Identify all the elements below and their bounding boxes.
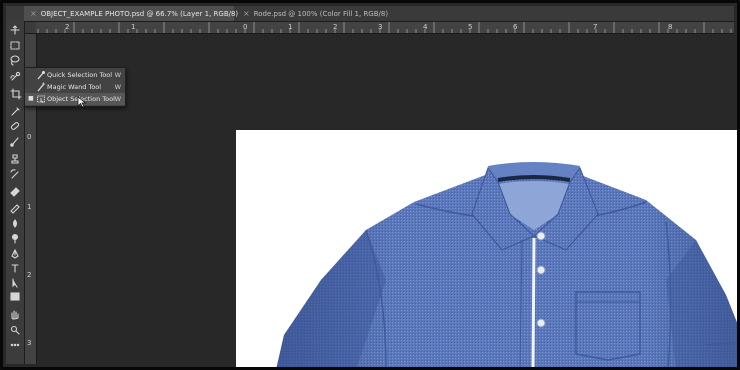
- healing-icon[interactable]: [10, 122, 20, 130]
- menu-item-label: Magic Wand Tool: [47, 83, 102, 91]
- path-selection-icon[interactable]: [12, 278, 18, 288]
- selection-tools-flyout: Quick Selection Tool W Magic Wand Tool W…: [24, 67, 126, 107]
- menu-item-shortcut: W: [114, 95, 121, 103]
- close-icon[interactable]: ×: [30, 9, 37, 18]
- type-icon[interactable]: [11, 264, 19, 273]
- menu-item-shortcut: W: [114, 83, 121, 91]
- ruler-origin[interactable]: [25, 22, 36, 33]
- stamp-icon[interactable]: [11, 154, 19, 164]
- tab-label: OBJECT_EXAMPLE PHOTO.psd @ 66.7% (Layer …: [40, 10, 239, 18]
- quick-selection-icon[interactable]: [10, 71, 21, 81]
- move-icon[interactable]: [10, 25, 20, 35]
- menu-item-magic-wand[interactable]: Magic Wand Tool W: [25, 81, 125, 93]
- close-icon[interactable]: ×: [243, 9, 250, 18]
- ruler-label: 1: [27, 203, 32, 211]
- magic-wand-icon: [37, 82, 45, 92]
- more-icon[interactable]: [10, 343, 20, 347]
- tools-panel: [6, 21, 25, 364]
- mouse-cursor-icon: [77, 96, 87, 108]
- rectangle-icon[interactable]: [10, 292, 20, 301]
- menu-item-quick-selection[interactable]: Quick Selection Tool W: [25, 69, 125, 81]
- eraser-icon[interactable]: [10, 187, 20, 197]
- object-selection-icon: [37, 95, 45, 104]
- active-tool-marker: ■: [28, 95, 34, 102]
- zoom-icon[interactable]: [10, 325, 20, 335]
- tab-label: Rode.psd @ 100% (Color Fill 1, RGB/8): [253, 10, 389, 18]
- photoshop-window: × OBJECT_EXAMPLE PHOTO.psd @ 66.7% (Layer…: [0, 0, 740, 370]
- document-canvas[interactable]: [236, 130, 737, 367]
- canvas-area[interactable]: [37, 34, 737, 367]
- history-brush-icon[interactable]: [10, 169, 19, 179]
- crop-icon[interactable]: [10, 88, 22, 100]
- horizontal-ruler[interactable]: 2 1 0 1 2 3 4 5 6 7 8: [25, 22, 734, 34]
- dodge-icon[interactable]: [11, 233, 19, 244]
- toolbar-icons: [10, 25, 22, 347]
- marquee-icon[interactable]: [10, 41, 20, 50]
- ruler-label: 3: [27, 339, 32, 347]
- tab-rode[interactable]: × Rode.psd @ 100% (Color Fill 1, RGB/8): [239, 6, 429, 21]
- gradient-icon[interactable]: [10, 204, 20, 214]
- quick-selection-icon: [37, 71, 45, 80]
- blur-icon[interactable]: [12, 219, 18, 228]
- menu-item-label: Quick Selection Tool: [47, 71, 113, 79]
- menu-item-shortcut: W: [114, 71, 121, 79]
- eyedropper-icon[interactable]: [11, 107, 20, 116]
- shirt-photo: [276, 162, 737, 367]
- ruler-label: 2: [27, 271, 32, 279]
- document-tab-bar: × OBJECT_EXAMPLE PHOTO.psd @ 66.7% (Layer…: [6, 6, 734, 22]
- lasso-icon[interactable]: [10, 55, 20, 66]
- hand-icon[interactable]: [11, 310, 19, 320]
- brush-icon[interactable]: [10, 137, 19, 147]
- menu-item-object-selection[interactable]: ■ Object Selection Tool W: [25, 93, 125, 105]
- ruler-label: 0: [27, 133, 32, 141]
- pen-icon[interactable]: [11, 248, 19, 259]
- tab-object-example[interactable]: × OBJECT_EXAMPLE PHOTO.psd @ 66.7% (Layer…: [24, 6, 238, 21]
- ruler-ticks: [28, 22, 732, 33]
